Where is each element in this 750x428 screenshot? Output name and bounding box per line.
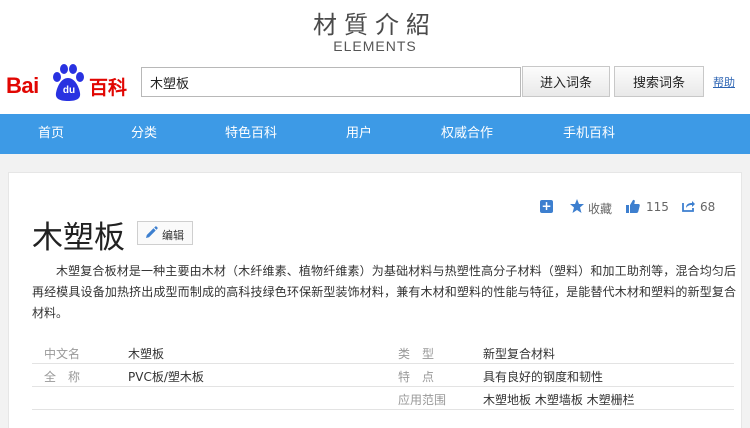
logo-bai-text: Bai: [6, 73, 39, 98]
main-nav: 首页 分类 特色百科 用户 权威合作 手机百科: [0, 114, 750, 154]
search-entry-button[interactable]: 搜索词条: [614, 66, 704, 97]
info-value: 具有良好的钢度和韧性: [483, 370, 604, 384]
share-count: 68: [700, 200, 716, 214]
nav-item-category[interactable]: 分类: [131, 114, 157, 154]
plus-icon[interactable]: +: [540, 200, 553, 213]
info-value: 木塑地板 木塑墙板 木塑栅栏: [483, 393, 635, 407]
nav-item-user[interactable]: 用户: [346, 114, 372, 154]
header: Bai du 百科 进入词条 搜索词条 帮助: [0, 58, 750, 114]
banner-subtitle: ELEMENTS: [333, 38, 417, 54]
info-value: PVC板/塑木板: [128, 370, 204, 384]
info-label: 类 型: [398, 347, 435, 361]
logo-du-text: du: [62, 85, 76, 96]
nav-item-partners[interactable]: 权威合作: [441, 114, 493, 154]
info-label: 中文名: [44, 347, 81, 361]
nav-item-mobile[interactable]: 手机百科: [563, 114, 615, 154]
enter-entry-button[interactable]: 进入词条: [522, 66, 610, 97]
logo-baike-text: 百科: [89, 77, 128, 99]
info-label: 应用范围: [398, 393, 447, 407]
banner-title: 材質介紹: [313, 11, 437, 39]
baidu-baike-logo[interactable]: Bai du 百科: [6, 62, 132, 106]
info-value: 新型复合材料: [483, 347, 556, 361]
info-label: 特 点: [398, 370, 435, 384]
edit-button[interactable]: 编辑: [137, 221, 193, 245]
info-row: 全 称 PVC板/塑木板 特 点 具有良好的钢度和韧性: [32, 365, 734, 387]
share-icon[interactable]: [681, 199, 695, 213]
nav-item-featured[interactable]: 特色百科: [225, 114, 277, 154]
info-row: 中文名 木塑板 类 型 新型复合材料: [32, 342, 734, 364]
info-value: 木塑板: [128, 347, 165, 361]
edit-label: 编辑: [162, 229, 184, 242]
nav-item-home[interactable]: 首页: [38, 114, 64, 154]
top-banner: 材質介紹 ELEMENTS: [0, 0, 750, 58]
paw-icon: [53, 64, 84, 101]
star-icon[interactable]: [569, 198, 585, 214]
summary-text: 木塑复合板材是一种主要由木材（木纤维素、植物纤维素）为基础材料与热塑性高分子材料…: [32, 264, 736, 320]
search-input[interactable]: [141, 67, 521, 97]
info-row: 应用范围 木塑地板 木塑墙板 木塑栅栏: [32, 388, 734, 410]
help-link[interactable]: 帮助: [713, 74, 735, 90]
like-count: 115: [646, 200, 669, 214]
favorite-button[interactable]: 收藏: [588, 200, 612, 216]
pencil-icon: [146, 226, 158, 238]
info-label: 全 称: [44, 370, 81, 384]
thumbs-up-icon[interactable]: [626, 199, 640, 213]
page-title: 木塑板: [32, 220, 125, 256]
